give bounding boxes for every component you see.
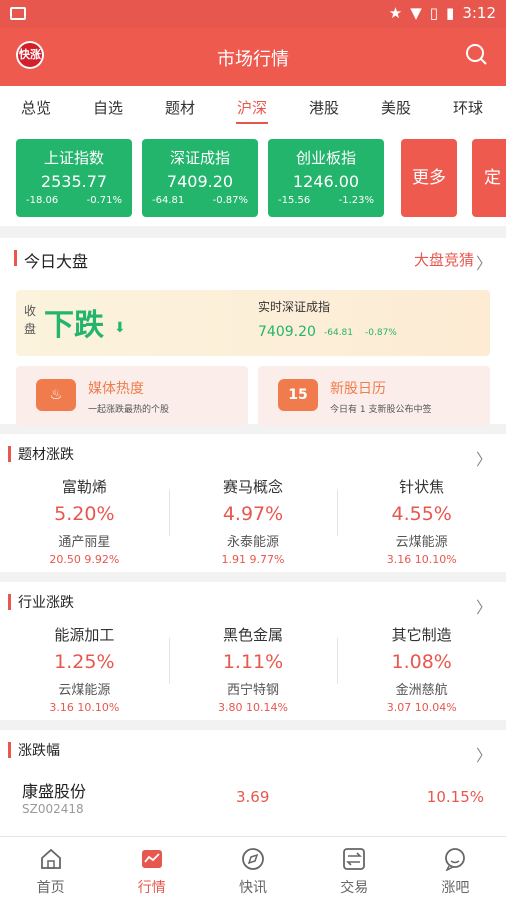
index-pct: -1.23%	[338, 195, 374, 206]
star-icon: ★	[388, 4, 403, 22]
nav-label: 涨吧	[441, 880, 470, 896]
section-title: 题材涨跌	[18, 447, 74, 463]
market-guess-link[interactable]: 大盘竞猜	[414, 249, 474, 270]
industries-section: 行业涨跌 〉 能源加工 1.25% 云煤能源 3.16 10.10% 黑色金属 …	[0, 582, 506, 720]
market-status: 下跌	[44, 308, 104, 343]
section-title: 今日大盘	[24, 252, 89, 271]
arrow-down-icon: ⬇	[114, 320, 126, 336]
market-summary[interactable]: 收盘 下跌 ⬇ 实时深证成指 7409.20 -64.81 -0.87%	[16, 290, 490, 356]
index-change: -15.56	[278, 195, 311, 206]
flame-icon: ♨	[36, 379, 76, 411]
next-card-fragment[interactable]: 定	[472, 139, 506, 217]
calendar-icon: 15	[278, 379, 318, 411]
movers-section: 涨跌幅 〉 康盛股份 SZ002418 3.69 10.15%	[0, 730, 506, 836]
section-title: 涨跌幅	[18, 743, 60, 759]
page-title: 市场行情	[217, 49, 289, 70]
nav-market[interactable]: 行情	[101, 837, 202, 900]
stock-code: SZ002418	[22, 802, 84, 816]
index-card[interactable]: 深证成指 7409.20 -64.81 -0.87%	[142, 139, 258, 217]
stock-row[interactable]: 康盛股份 SZ002418 3.69 10.15%	[0, 770, 506, 834]
index-value: 1246.00	[292, 172, 360, 191]
tab-global[interactable]: 环球	[432, 86, 504, 130]
chevron-right-icon[interactable]: 〉	[476, 742, 492, 766]
stock-price: 3.69	[236, 788, 270, 806]
tab-us[interactable]: 美股	[360, 86, 432, 130]
index-cards: 上证指数 2535.77 -18.06 -0.71% 深证成指 7409.20 -…	[0, 130, 506, 226]
compass-icon	[242, 848, 264, 870]
tab-topics[interactable]: 题材	[144, 86, 216, 130]
index-change: -18.06	[26, 195, 59, 206]
topics-section: 题材涨跌 〉 富勒烯 5.20% 通产丽星 20.50 9.92% 赛马概念 4…	[0, 434, 506, 572]
index-name: 创业板指	[295, 149, 356, 167]
topic-item[interactable]: 赛马概念 4.97% 永泰能源 1.91 9.77%	[168, 474, 338, 570]
chat-icon	[445, 848, 466, 872]
index-name: 上证指数	[43, 149, 104, 167]
tab-overview[interactable]: 总览	[0, 86, 72, 130]
nav-label: 首页	[36, 880, 65, 896]
app-bar: 快涨 市场行情	[0, 28, 506, 86]
clock: 3:12	[462, 4, 496, 22]
topic-item[interactable]: 富勒烯 5.20% 通产丽星 20.50 9.92%	[0, 474, 169, 570]
tab-hk[interactable]: 港股	[288, 86, 360, 130]
realtime-value: 7409.20	[258, 324, 316, 340]
signal-off-icon: ▯	[429, 4, 439, 22]
today-market-section: 今日大盘 大盘竞猜 〉 收盘 下跌 ⬇ 实时深证成指 7409.20 -64.8…	[0, 238, 506, 426]
close-label: 收盘	[24, 304, 37, 336]
feature-title: 媒体热度	[88, 381, 144, 397]
chart-icon	[141, 850, 162, 868]
realtime-pct: -0.87%	[365, 328, 397, 338]
industry-item[interactable]: 能源加工 1.25% 云煤能源 3.16 10.10%	[0, 622, 169, 718]
chevron-right-icon[interactable]: 〉	[476, 446, 492, 470]
index-name: 深证成指	[169, 149, 230, 167]
index-value: 7409.20	[166, 172, 234, 191]
feature-title: 新股日历	[330, 381, 386, 397]
nav-label: 快讯	[239, 880, 267, 896]
industry-item[interactable]: 其它制造 1.08% 金洲慈航 3.07 10.04%	[337, 622, 506, 718]
battery-icon: ▮	[446, 4, 455, 22]
index-value: 2535.77	[40, 172, 108, 191]
bottom-nav: 首页 行情 快讯 交易 涨吧	[0, 836, 506, 900]
ipo-calendar-card[interactable]: 15 新股日历 今日有 1 支新股公布中签	[258, 366, 490, 426]
realtime-change: -64.81	[324, 328, 354, 338]
stock-change-pct: 10.15%	[426, 788, 484, 806]
index-pct: -0.71%	[86, 195, 122, 206]
status-bar: ★ ▼ ▯ ▮ 3:12	[0, 0, 506, 28]
feature-subtitle: 一起涨跌最热的个股	[88, 405, 170, 415]
stock-name: 康盛股份	[22, 782, 87, 801]
nav-label: 交易	[340, 880, 369, 896]
realtime-label: 实时深证成指	[258, 300, 331, 314]
media-heat-card[interactable]: ♨ 媒体热度 一起涨跌最热的个股	[16, 366, 248, 426]
nav-label: 行情	[137, 880, 166, 896]
section-title: 行业涨跌	[18, 595, 74, 611]
index-pct: -0.87%	[212, 195, 248, 206]
chevron-right-icon[interactable]: 〉	[476, 250, 492, 274]
market-tabs: 总览 自选 题材 沪深 港股 美股 环球	[0, 86, 506, 130]
index-card[interactable]: 上证指数 2535.77 -18.06 -0.71%	[16, 139, 132, 217]
home-icon	[40, 848, 61, 869]
industry-item[interactable]: 黑色金属 1.11% 西宁特钢 3.80 10.14%	[168, 622, 338, 718]
wifi-icon: ▼	[410, 4, 422, 22]
index-change: -64.81	[152, 195, 185, 206]
index-card[interactable]: 创业板指 1246.00 -15.56 -1.23%	[268, 139, 384, 217]
tab-a-shares[interactable]: 沪深	[216, 86, 288, 130]
more-indices-button[interactable]: 更多	[401, 139, 457, 217]
gallery-icon	[10, 7, 26, 20]
nav-news[interactable]: 快讯	[202, 837, 303, 900]
topic-item[interactable]: 针状焦 4.55% 云煤能源 3.16 10.10%	[337, 474, 506, 570]
search-icon[interactable]	[464, 42, 488, 66]
nav-trade[interactable]: 交易	[304, 837, 405, 900]
feature-subtitle: 今日有 1 支新股公布中签	[330, 405, 432, 415]
chevron-right-icon[interactable]: 〉	[476, 594, 492, 618]
trade-icon	[343, 848, 366, 870]
nav-home[interactable]: 首页	[0, 837, 101, 900]
nav-community[interactable]: 涨吧	[405, 837, 506, 900]
tab-watchlist[interactable]: 自选	[72, 86, 144, 130]
